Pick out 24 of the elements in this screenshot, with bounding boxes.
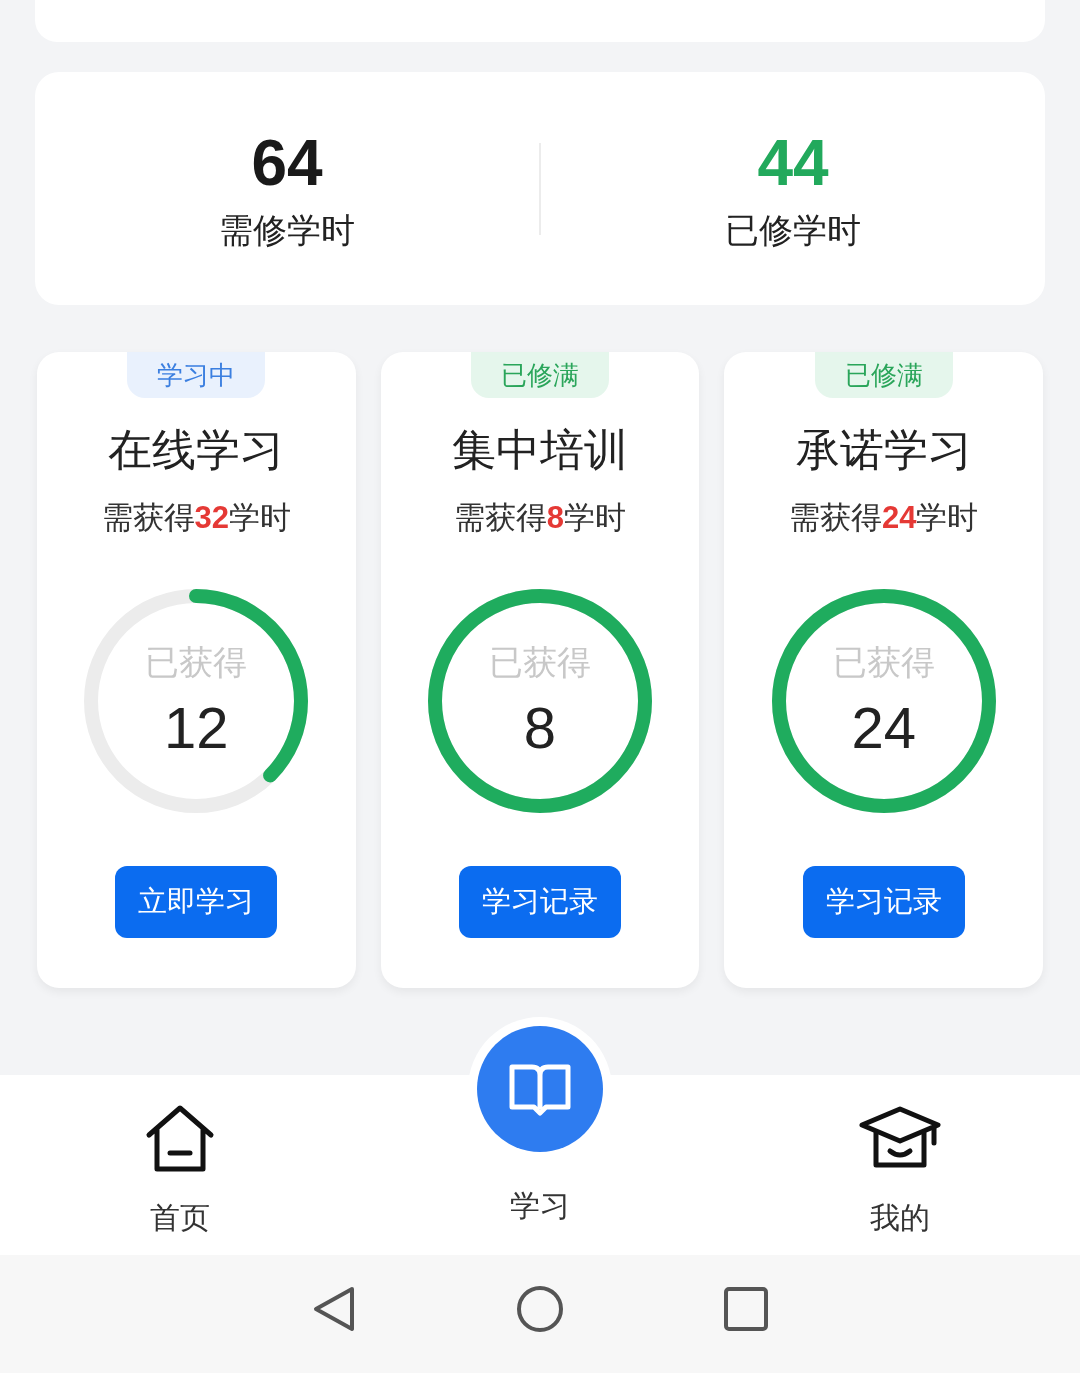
course-title: 承诺学习 xyxy=(795,428,972,472)
action-button[interactable]: 学习记录 xyxy=(459,866,621,938)
home-circle-icon[interactable] xyxy=(516,1285,564,1333)
stat-value: 44 xyxy=(757,130,829,195)
earned-hours: 12 xyxy=(164,699,229,757)
back-icon[interactable] xyxy=(312,1285,356,1333)
nav-tab[interactable]: 我的 xyxy=(720,1075,1080,1255)
status-badge: 学习中 xyxy=(127,352,266,398)
requirement-text: 需获得8学时 xyxy=(453,502,627,533)
requirement-text: 需获得32学时 xyxy=(101,502,292,533)
recent-apps-icon[interactable] xyxy=(724,1287,768,1331)
action-button[interactable]: 学习记录 xyxy=(802,866,965,938)
stat-value: 64 xyxy=(251,130,323,195)
course-title: 在线学习 xyxy=(108,428,285,472)
earned-hours: 24 xyxy=(851,699,916,757)
requirement-text: 需获得24学时 xyxy=(788,502,979,533)
stat-label: 已修学时 xyxy=(725,212,861,247)
nav-tab[interactable]: 首页 xyxy=(0,1075,360,1255)
status-badge: 已修满 xyxy=(471,352,609,398)
action-button[interactable]: 立即学习 xyxy=(115,866,278,938)
stat-label: 需修学时 xyxy=(219,212,355,247)
status-badge: 已修满 xyxy=(814,352,953,398)
course-title: 集中培训 xyxy=(452,428,628,472)
earned-hours: 8 xyxy=(523,699,557,757)
